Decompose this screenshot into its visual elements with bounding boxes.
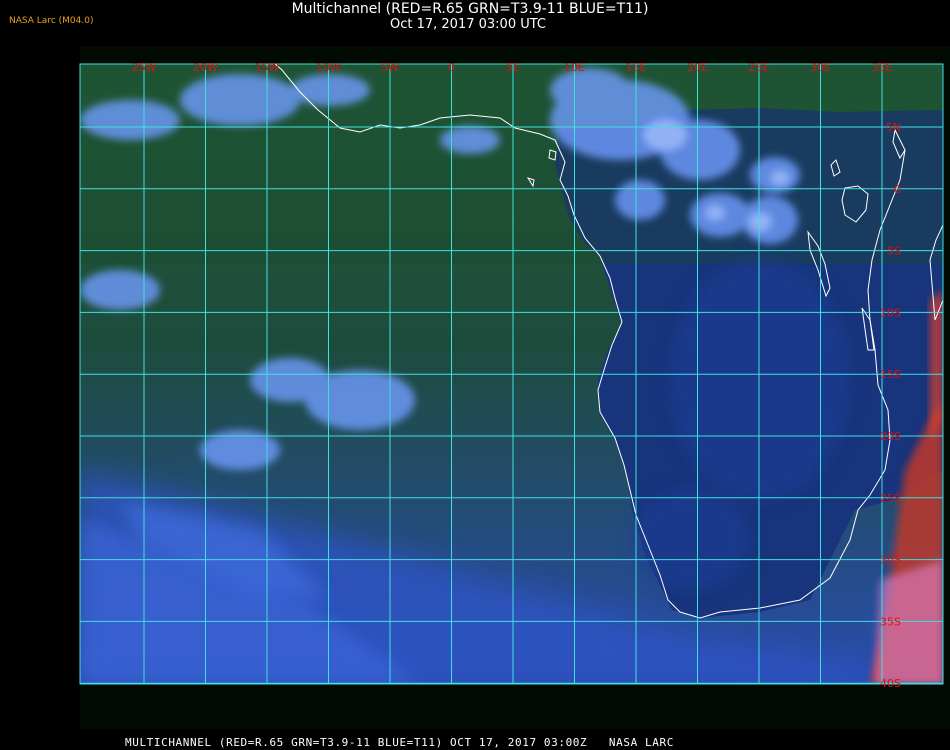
latitude-label: 30S bbox=[880, 554, 901, 567]
longitude-label: 15W bbox=[255, 61, 280, 74]
longitude-label: 35E bbox=[872, 61, 893, 74]
imagery-layer bbox=[80, 64, 943, 684]
longitude-label: 5W bbox=[381, 61, 399, 74]
latitude-label: 0 bbox=[894, 183, 901, 196]
longitude-label: 30E bbox=[810, 61, 831, 74]
latitude-label: 25S bbox=[880, 492, 901, 505]
latitude-label: 40S bbox=[880, 677, 901, 690]
longitude-label: 10E bbox=[564, 61, 585, 74]
longitude-label: 10W bbox=[316, 61, 341, 74]
latitude-label: 10S bbox=[880, 306, 901, 319]
latitude-label: 15S bbox=[880, 368, 901, 381]
longitude-label: 25W bbox=[132, 61, 157, 74]
latitude-label: 35S bbox=[880, 615, 901, 628]
longitude-label: 20W bbox=[193, 61, 218, 74]
latitude-label: 5S bbox=[887, 245, 901, 258]
latitude-label: 20S bbox=[880, 430, 901, 443]
longitude-label: 0 bbox=[448, 61, 455, 74]
longitude-label: 15E bbox=[626, 61, 647, 74]
satellite-map[interactable]: 25W 20W 15W 10W 5W 0 5E 10E 15E 20E 25E 30E 35E 5N 0 5S… bbox=[0, 0, 950, 750]
latitude-label: 5N bbox=[886, 121, 901, 134]
longitude-label: 25E bbox=[749, 61, 770, 74]
longitude-label: 5E bbox=[506, 61, 520, 74]
longitude-label: 20E bbox=[687, 61, 708, 74]
image-footer: MULTICHANNEL (RED=R.65 GRN=T3.9-11 BLUE=… bbox=[125, 736, 674, 749]
